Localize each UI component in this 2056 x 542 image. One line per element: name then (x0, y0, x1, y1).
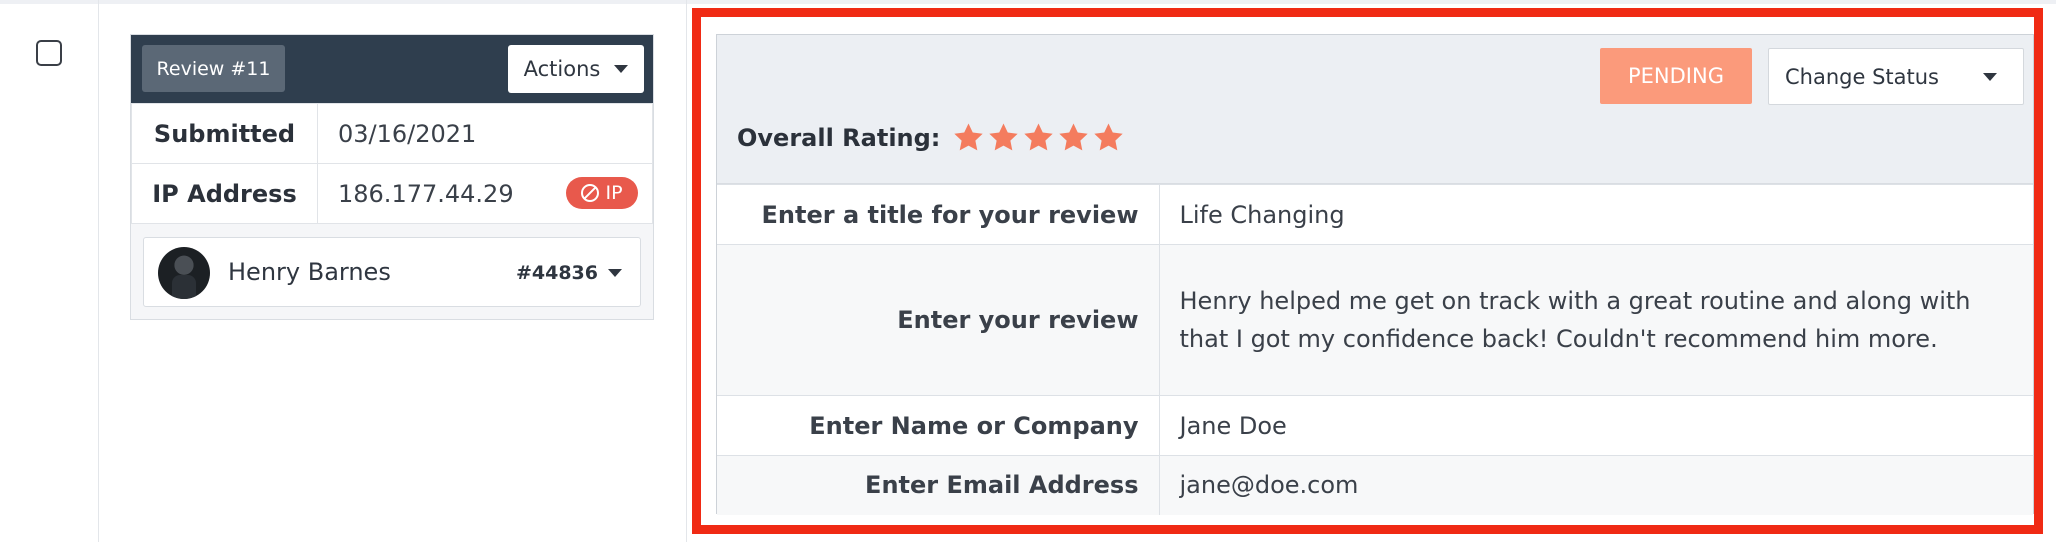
review-info-table: Submitted 03/16/2021 IP Address 186.177.… (131, 103, 653, 224)
caret-down-icon (614, 65, 629, 73)
column-divider (686, 0, 687, 542)
field-label: Enter your review (717, 244, 1160, 396)
table-row: Enter your review Henry helped me get on… (717, 244, 2033, 396)
reviews-page: Review #11 Actions Submitted 03/16/2021 … (0, 0, 2056, 542)
avatar (158, 247, 210, 299)
table-row: Enter Name or Company Jane Doe (717, 395, 2033, 456)
reviewer-name: Henry Barnes (228, 258, 391, 286)
field-value: Life Changing (1159, 184, 2033, 245)
ip-address-label: IP Address (131, 163, 318, 224)
star-icon (1059, 123, 1089, 151)
field-value: Jane Doe (1159, 395, 2033, 456)
change-status-label: Change Status (1785, 64, 1939, 89)
review-details-header: PENDING Change Status Overall Rating: (717, 35, 2033, 184)
review-summary-card: Review #11 Actions Submitted 03/16/2021 … (130, 34, 654, 320)
reviewer-id: #44836 (515, 262, 598, 284)
field-value: Henry helped me get on track with a grea… (1159, 244, 2033, 396)
reviewer-dropdown[interactable]: Henry Barnes #44836 (143, 237, 641, 307)
table-row: Enter Email Address jane@doe.com (717, 455, 2033, 515)
top-border (0, 0, 2056, 4)
rating-stars (952, 121, 1125, 154)
overall-rating: Overall Rating: (737, 121, 1125, 154)
actions-label: Actions (523, 57, 601, 81)
field-label: Enter Name or Company (717, 395, 1160, 456)
field-label: Enter Email Address (717, 455, 1160, 515)
caret-down-icon (1983, 73, 1997, 81)
ban-ip-label: IP (605, 182, 623, 204)
field-label: Enter a title for your review (717, 184, 1160, 245)
table-row: Enter a title for your review Life Chang… (717, 184, 2033, 245)
star-icon (1024, 123, 1054, 151)
ip-address-cell: 186.177.44.29 IP (317, 163, 653, 224)
actions-dropdown-button[interactable]: Actions (508, 45, 644, 93)
star-icon (954, 123, 984, 151)
review-card-header: Review #11 Actions (131, 35, 653, 103)
field-value: jane@doe.com (1159, 455, 2033, 515)
review-fields-table: Enter a title for your review Life Chang… (717, 184, 2033, 515)
table-row: Submitted 03/16/2021 (131, 103, 653, 164)
table-row: IP Address 186.177.44.29 IP (131, 163, 653, 224)
review-text-line: Henry helped me get on track with a grea… (1179, 287, 1971, 315)
review-text-line: that I got my confidence back! Couldn't … (1179, 325, 1938, 353)
review-details-panel: PENDING Change Status Overall Rating: En… (716, 34, 2034, 515)
submitted-value: 03/16/2021 (317, 103, 653, 164)
change-status-select[interactable]: Change Status (1768, 48, 2024, 105)
submitted-label: Submitted (131, 103, 318, 164)
row-select-checkbox[interactable] (36, 40, 62, 66)
overall-rating-label: Overall Rating: (737, 123, 941, 152)
caret-down-icon (608, 269, 622, 277)
ban-ip-button[interactable]: IP (566, 177, 638, 209)
ban-icon (581, 184, 600, 202)
ip-address-value: 186.177.44.29 (338, 179, 514, 208)
column-divider (98, 0, 99, 542)
star-icon (989, 123, 1019, 151)
status-badge: PENDING (1600, 48, 1752, 104)
star-icon (1094, 123, 1124, 151)
review-number-badge: Review #11 (142, 45, 285, 92)
